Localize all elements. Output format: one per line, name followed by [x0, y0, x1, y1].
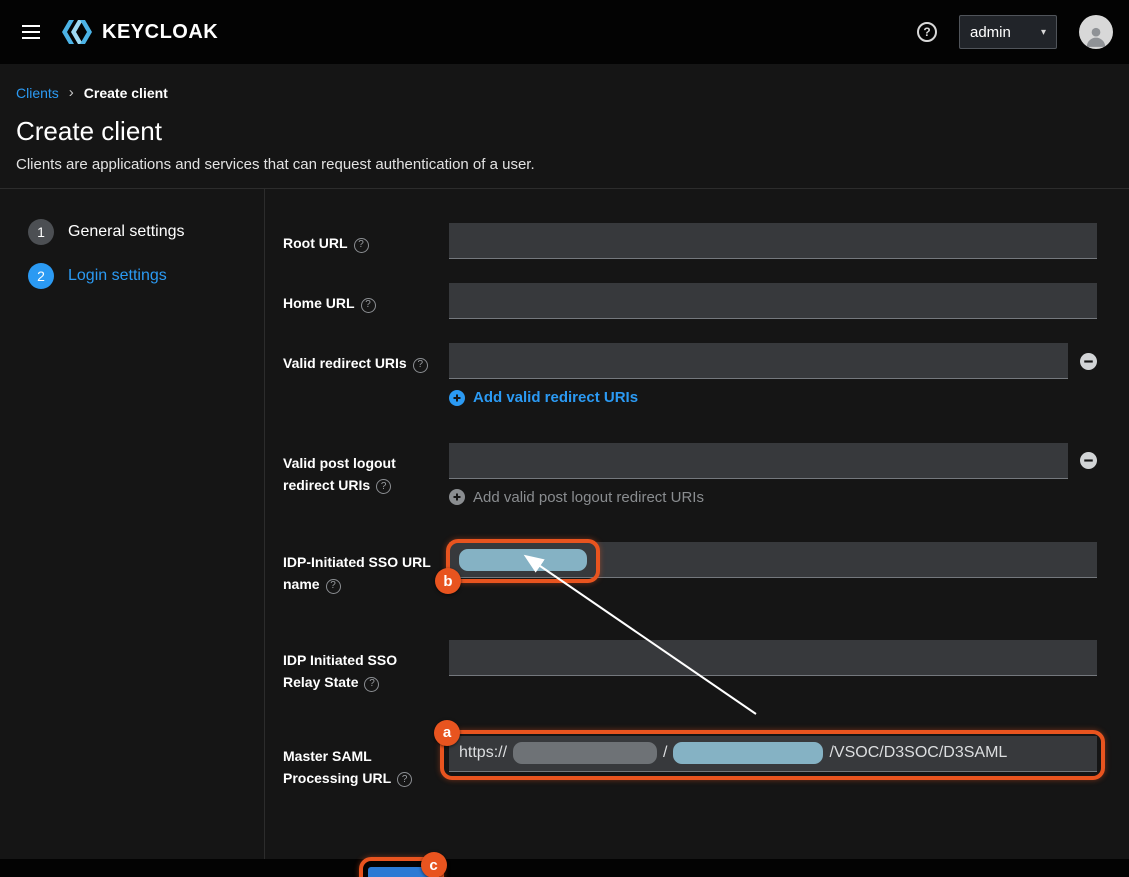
- root-url-input[interactable]: [449, 223, 1097, 259]
- keycloak-logo-icon: [60, 19, 94, 45]
- help-icon[interactable]: ?: [376, 479, 391, 494]
- field-root-url: Root URL?: [283, 223, 1097, 259]
- keycloak-logo: KEYCLOAK: [60, 19, 218, 45]
- help-icon[interactable]: ?: [354, 238, 369, 253]
- user-menu-label: admin: [970, 24, 1011, 41]
- create-client-wizard: 1 General settings 2 Login settings Root…: [0, 189, 1129, 859]
- url-prefix: https://: [459, 744, 507, 762]
- field-idp-initiated-sso-relay-state: IDP Initiated SSO Relay State?: [283, 640, 1097, 694]
- question-circle-icon: ?: [917, 22, 937, 42]
- minus-circle-icon: [1080, 452, 1097, 469]
- help-icon[interactable]: ?: [397, 772, 412, 787]
- remove-redirect-uri-button[interactable]: [1080, 353, 1097, 370]
- valid-redirect-uris-input[interactable]: [449, 343, 1068, 379]
- valid-redirect-uris-label: Valid redirect URIs?: [283, 343, 449, 411]
- redacted-value: [459, 549, 587, 571]
- add-valid-post-logout-redirect-uris-button[interactable]: Add valid post logout redirect URIs: [449, 489, 704, 506]
- keycloak-admin-console: KEYCLOAK ? admin ▾ Clients › Create clie…: [0, 0, 1129, 877]
- redacted-host: [513, 742, 657, 764]
- plus-circle-icon: [449, 489, 465, 505]
- masthead-actions: ? admin ▾: [917, 15, 1113, 49]
- breadcrumb-chevron-icon: ›: [69, 84, 74, 101]
- url-suffix: /VSOC/D3SOC/D3SAML: [829, 744, 1007, 762]
- step-number-2: 2: [28, 263, 54, 289]
- save-button-wrapper: Save c: [368, 867, 434, 877]
- idp-initiated-sso-url-name-label: IDP-Initiated SSO URL name?: [283, 542, 449, 596]
- home-url-label: Home URL?: [283, 283, 449, 319]
- page-header: Clients › Create client Create client Cl…: [0, 64, 1129, 189]
- add-valid-redirect-uris-button[interactable]: Add valid redirect URIs: [449, 389, 638, 406]
- wizard-nav: 1 General settings 2 Login settings: [0, 189, 265, 859]
- page-title: Create client: [16, 115, 1113, 147]
- step-label-login-settings: Login settings: [68, 267, 167, 285]
- wizard-step-general-settings[interactable]: 1 General settings: [28, 219, 264, 245]
- annotation-badge-b: b: [435, 568, 461, 594]
- field-valid-post-logout-redirect-uris: Valid post logout redirect URIs?: [283, 443, 1097, 511]
- redacted-path: [673, 742, 823, 764]
- brand-name: KEYCLOAK: [102, 21, 218, 44]
- avatar[interactable]: [1079, 15, 1113, 49]
- page-subtitle: Clients are applications and services th…: [16, 155, 1113, 174]
- step-number-1: 1: [28, 219, 54, 245]
- field-valid-redirect-uris: Valid redirect URIs?: [283, 343, 1097, 411]
- footer-bar: [0, 859, 1129, 877]
- breadcrumb-current: Create client: [84, 85, 168, 101]
- field-idp-initiated-sso-url-name: IDP-Initiated SSO URL name? b: [283, 542, 1097, 596]
- nav-toggle-button[interactable]: [16, 19, 46, 45]
- caret-down-icon: ▾: [1041, 27, 1046, 38]
- help-icon[interactable]: ?: [917, 22, 937, 42]
- masthead: KEYCLOAK ? admin ▾: [0, 0, 1129, 64]
- help-icon[interactable]: ?: [361, 298, 376, 313]
- master-saml-processing-url-label: Master SAML Processing URL?: [283, 736, 449, 790]
- valid-post-logout-redirect-uris-input[interactable]: [449, 443, 1068, 479]
- plus-circle-icon: [449, 390, 465, 406]
- wizard-step-login-settings[interactable]: 2 Login settings: [28, 263, 264, 289]
- idp-initiated-sso-relay-state-label: IDP Initiated SSO Relay State?: [283, 640, 449, 694]
- user-avatar-icon: [1083, 23, 1109, 49]
- help-icon[interactable]: ?: [326, 579, 341, 594]
- breadcrumb-clients-link[interactable]: Clients: [16, 85, 59, 101]
- field-master-saml-processing-url: Master SAML Processing URL? https:// / /…: [283, 736, 1097, 790]
- help-icon[interactable]: ?: [364, 677, 379, 692]
- help-icon[interactable]: ?: [413, 358, 428, 373]
- idp-initiated-sso-relay-state-input[interactable]: [449, 640, 1097, 676]
- hamburger-icon: [22, 25, 40, 27]
- home-url-input[interactable]: [449, 283, 1097, 319]
- annotation-badge-c: c: [421, 852, 447, 877]
- annotation-badge-a: a: [434, 720, 460, 746]
- step-label-general-settings: General settings: [68, 223, 185, 241]
- master-saml-processing-url-input[interactable]: https:// / /VSOC/D3SOC/D3SAML: [449, 736, 1097, 772]
- login-settings-form: Root URL? Home URL?: [265, 189, 1129, 859]
- valid-post-logout-redirect-uris-label: Valid post logout redirect URIs?: [283, 443, 449, 511]
- url-separator: /: [663, 744, 667, 762]
- remove-post-logout-uri-button[interactable]: [1080, 452, 1097, 469]
- root-url-label: Root URL?: [283, 223, 449, 259]
- user-menu-dropdown[interactable]: admin ▾: [959, 15, 1057, 49]
- field-home-url: Home URL?: [283, 283, 1097, 319]
- breadcrumb: Clients › Create client: [16, 84, 1113, 101]
- idp-initiated-sso-url-name-input[interactable]: [449, 542, 1097, 578]
- minus-circle-icon: [1080, 353, 1097, 370]
